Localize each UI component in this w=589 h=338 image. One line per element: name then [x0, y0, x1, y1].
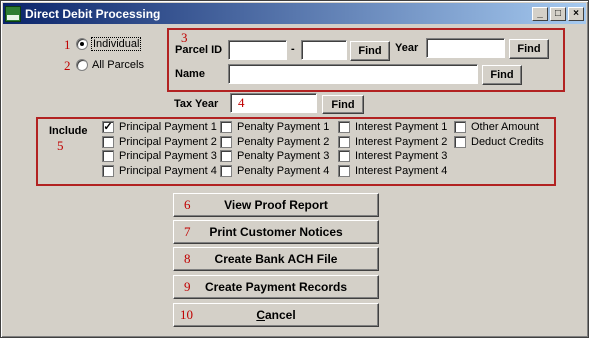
parcel-id-input-1[interactable]: [228, 40, 287, 60]
deduct-credits-checkbox[interactable]: Deduct Credits: [454, 136, 544, 148]
interest-payment-3-checkbox[interactable]: Interest Payment 3: [338, 150, 447, 162]
other-amount-label: Other Amount: [471, 121, 539, 133]
all-parcels-label: All Parcels: [92, 59, 144, 71]
parcel-id-input-2[interactable]: [301, 40, 347, 60]
cancel-button[interactable]: Cancel: [173, 303, 379, 327]
cancel-label-rest: ancel: [264, 308, 296, 322]
penalty-payment-3-checkbox[interactable]: Penalty Payment 3: [220, 150, 329, 162]
principal-payment-3-label: Principal Payment 3: [119, 150, 217, 162]
penalty-payment-3-label: Penalty Payment 3: [237, 150, 330, 162]
window-title: Direct Debit Processing: [25, 6, 161, 21]
create-bank-ach-file-button[interactable]: Create Bank ACH File: [173, 247, 379, 271]
deduct-credits-label: Deduct Credits: [471, 136, 544, 148]
principal-payment-4-box: [102, 165, 114, 177]
penalty-payment-1-label: Penalty Payment 1: [237, 121, 330, 133]
all-parcels-radio-dot: [76, 59, 88, 71]
annotation-8: 8: [184, 251, 191, 266]
view-proof-report-label: View Proof Report: [224, 198, 328, 212]
principal-payment-1-box: ✓: [102, 121, 114, 133]
year-find-button[interactable]: Find: [509, 39, 549, 59]
app-icon: [5, 5, 21, 22]
interest-payment-2-label: Interest Payment 2: [355, 136, 448, 148]
direct-debit-window: Direct Debit Processing _ □ × 1 Individu…: [0, 0, 589, 338]
parcel-id-label: Parcel ID: [175, 44, 223, 56]
principal-payment-2-label: Principal Payment 2: [119, 136, 217, 148]
view-proof-report-button[interactable]: View Proof Report: [173, 193, 379, 217]
principal-payment-4-checkbox[interactable]: Principal Payment 4: [102, 165, 217, 177]
print-customer-notices-label: Print Customer Notices: [209, 225, 343, 239]
other-amount-checkbox[interactable]: Other Amount: [454, 121, 539, 133]
penalty-payment-3-box: [220, 150, 232, 162]
penalty-payment-4-checkbox[interactable]: Penalty Payment 4: [220, 165, 329, 177]
interest-payment-4-box: [338, 165, 350, 177]
name-input[interactable]: [228, 64, 478, 84]
principal-payment-1-label: Principal Payment 1: [119, 121, 217, 133]
interest-payment-1-box: [338, 121, 350, 133]
create-bank-ach-file-label: Create Bank ACH File: [214, 252, 338, 266]
annotation-9: 9: [184, 279, 191, 294]
principal-payment-4-label: Principal Payment 4: [119, 165, 217, 177]
penalty-payment-2-box: [220, 136, 232, 148]
individual-radio[interactable]: Individual: [76, 37, 142, 51]
maximize-button[interactable]: □: [550, 6, 566, 21]
principal-payment-2-box: [102, 136, 114, 148]
deduct-credits-box: [454, 136, 466, 148]
year-label: Year: [395, 42, 419, 54]
name-find-button[interactable]: Find: [482, 65, 522, 85]
year-input[interactable]: [426, 38, 505, 58]
annotation-7: 7: [184, 224, 191, 239]
penalty-payment-2-label: Penalty Payment 2: [237, 136, 330, 148]
principal-payment-3-box: [102, 150, 114, 162]
create-payment-records-button[interactable]: Create Payment Records: [173, 275, 379, 299]
interest-payment-4-checkbox[interactable]: Interest Payment 4: [338, 165, 447, 177]
minimize-button[interactable]: _: [532, 6, 548, 21]
close-button[interactable]: ×: [568, 6, 584, 21]
other-amount-box: [454, 121, 466, 133]
principal-payment-2-checkbox[interactable]: Principal Payment 2: [102, 136, 217, 148]
name-label: Name: [175, 68, 205, 80]
interest-payment-3-label: Interest Payment 3: [355, 150, 448, 162]
penalty-payment-4-box: [220, 165, 232, 177]
penalty-payment-1-box: [220, 121, 232, 133]
annotation-6: 6: [184, 197, 191, 212]
principal-payment-3-checkbox[interactable]: Principal Payment 3: [102, 150, 217, 162]
annotation-1: 1: [64, 37, 71, 52]
tax-year-find-button[interactable]: Find: [322, 95, 364, 114]
interest-payment-3-box: [338, 150, 350, 162]
title-bar: Direct Debit Processing _ □ ×: [3, 3, 586, 24]
penalty-payment-4-label: Penalty Payment 4: [237, 165, 330, 177]
print-customer-notices-button[interactable]: Print Customer Notices: [173, 220, 379, 244]
all-parcels-radio[interactable]: All Parcels: [76, 59, 144, 71]
annotation-4: 4: [238, 95, 245, 110]
principal-payment-1-checkbox[interactable]: ✓ Principal Payment 1: [102, 121, 217, 133]
annotation-5: 5: [57, 138, 64, 153]
interest-payment-1-label: Interest Payment 1: [355, 121, 448, 133]
parcel-id-dash: -: [291, 43, 295, 55]
annotation-2: 2: [64, 58, 71, 73]
include-label: Include: [49, 125, 88, 137]
interest-payment-2-box: [338, 136, 350, 148]
penalty-payment-2-checkbox[interactable]: Penalty Payment 2: [220, 136, 329, 148]
cancel-accelerator: C: [256, 308, 265, 322]
annotation-10: 10: [180, 307, 193, 322]
parcel-find-button[interactable]: Find: [350, 41, 390, 61]
individual-label: Individual: [90, 37, 142, 51]
tax-year-label: Tax Year: [174, 98, 219, 110]
create-payment-records-label: Create Payment Records: [204, 280, 348, 294]
interest-payment-2-checkbox[interactable]: Interest Payment 2: [338, 136, 447, 148]
interest-payment-4-label: Interest Payment 4: [355, 165, 448, 177]
interest-payment-1-checkbox[interactable]: Interest Payment 1: [338, 121, 447, 133]
cancel-label: Cancel: [256, 308, 295, 322]
individual-radio-dot: [76, 38, 88, 50]
penalty-payment-1-checkbox[interactable]: Penalty Payment 1: [220, 121, 329, 133]
